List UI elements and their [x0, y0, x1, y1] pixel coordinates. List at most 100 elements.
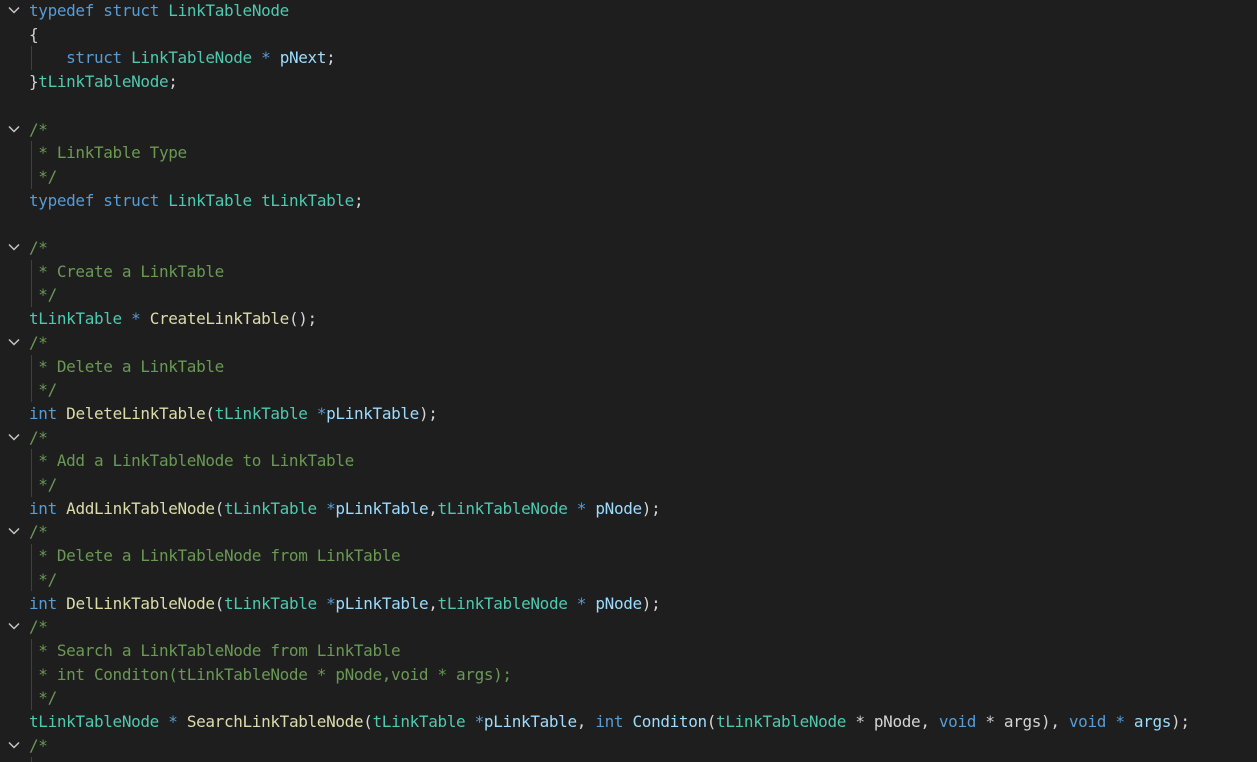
code-line[interactable]: * LinkTable Type — [0, 141, 1257, 165]
code-token: pNode — [595, 498, 642, 518]
code-line[interactable]: /* — [0, 236, 1257, 260]
code-token: ; — [168, 72, 178, 92]
code-text: /* — [29, 426, 48, 450]
code-token: LinkTableNode — [131, 48, 252, 68]
code-line[interactable]: /* — [0, 426, 1257, 450]
code-text: }tLinkTableNode; — [29, 70, 178, 94]
fold-chevron-icon[interactable] — [7, 0, 23, 23]
code-token: pLinkTable — [326, 403, 419, 423]
fold-chevron-icon[interactable] — [7, 236, 23, 260]
code-token: * Delete a LinkTableNode from LinkTable — [29, 546, 401, 566]
code-text: { — [29, 23, 39, 47]
code-token: */ — [29, 285, 57, 305]
code-line[interactable] — [0, 94, 1257, 118]
code-line[interactable]: */ — [0, 567, 1257, 592]
code-line[interactable]: int AddLinkTableNode(tLinkTable *pLinkTa… — [0, 497, 1257, 521]
code-line[interactable]: /* — [0, 734, 1257, 758]
code-text: */ — [29, 473, 57, 497]
code-text: /* — [29, 236, 48, 260]
code-line[interactable]: int DelLinkTableNode(tLinkTable *pLinkTa… — [0, 592, 1257, 616]
code-token: DelLinkTableNode — [66, 593, 215, 613]
code-line[interactable]: }tLinkTableNode; — [0, 70, 1257, 94]
code-token: AddLinkTableNode — [66, 498, 215, 518]
code-token: ); — [1171, 712, 1190, 731]
code-token: */ — [29, 166, 57, 186]
code-token: (); — [288, 309, 317, 329]
code-line[interactable]: */ — [0, 164, 1257, 189]
code-text: */ — [29, 686, 57, 710]
code-token: * — [316, 498, 336, 518]
code-token: tLinkTableNode — [29, 712, 159, 731]
code-line[interactable]: */ — [0, 473, 1257, 497]
code-line[interactable]: * Create a LinkTable — [0, 259, 1257, 284]
code-token: struct — [103, 1, 159, 20]
code-token: tLinkTable — [223, 593, 317, 613]
code-text: /* — [29, 734, 48, 758]
code-text: */ — [29, 568, 57, 592]
code-text: /* — [29, 520, 48, 544]
code-token: * — [307, 403, 327, 423]
code-line[interactable]: */ — [0, 378, 1257, 402]
code-line[interactable]: /* — [0, 615, 1257, 639]
code-token: typedef — [29, 190, 94, 210]
code-line[interactable]: /* — [0, 118, 1257, 142]
code-token: * Create a LinkTable — [29, 261, 224, 281]
code-line[interactable] — [0, 212, 1257, 236]
code-token: */ — [29, 688, 57, 708]
code-line[interactable] — [0, 757, 1257, 762]
code-token: tLinkTableNode — [716, 712, 847, 731]
code-text: */ — [29, 378, 57, 402]
fold-chevron-icon[interactable] — [7, 118, 23, 142]
code-token: , — [428, 498, 438, 518]
code-line[interactable]: * Delete a LinkTableNode from LinkTable — [0, 544, 1257, 568]
code-token: struct — [103, 190, 159, 210]
code-token: int — [29, 593, 57, 613]
code-line[interactable]: * int Conditon(tLinkTableNode * pNode,vo… — [0, 662, 1257, 687]
code-token: ( — [214, 498, 225, 518]
code-token: args — [1003, 712, 1042, 731]
code-line[interactable]: int DeleteLinkTable(tLinkTable *pLinkTab… — [0, 402, 1257, 426]
code-token: typedef — [29, 1, 94, 20]
fold-chevron-icon[interactable] — [7, 734, 23, 758]
fold-chevron-icon[interactable] — [7, 520, 23, 544]
code-line[interactable]: * Delete a LinkTable — [0, 354, 1257, 379]
code-token: int — [595, 712, 624, 731]
code-text: * Search a LinkTableNode from LinkTable — [29, 639, 400, 663]
code-text: typedef struct LinkTableNode — [29, 0, 289, 23]
code-line[interactable]: typedef struct LinkTable tLinkTable; — [0, 189, 1257, 213]
fold-chevron-icon[interactable] — [7, 615, 23, 639]
code-line[interactable]: * Search a LinkTableNode from LinkTable — [0, 638, 1257, 663]
code-token: CreateLinkTable — [149, 309, 290, 329]
code-token: ( — [363, 712, 373, 731]
code-token: tLinkTableNode — [437, 593, 568, 613]
code-token: ); — [641, 593, 661, 613]
code-line[interactable]: { — [0, 23, 1257, 47]
code-line[interactable]: tLinkTableNode * SearchLinkTableNode(tLi… — [0, 710, 1257, 734]
code-line[interactable]: */ — [0, 686, 1257, 710]
code-token: pNext — [279, 48, 327, 68]
code-line[interactable]: struct LinkTableNode * pNext; — [0, 46, 1257, 71]
code-line[interactable]: /* — [0, 331, 1257, 355]
code-line[interactable]: typedef struct LinkTableNode — [0, 0, 1257, 23]
fold-chevron-icon[interactable] — [7, 331, 23, 355]
code-token: * — [567, 593, 596, 613]
code-line[interactable]: tLinkTable * CreateLinkTable(); — [0, 307, 1257, 331]
code-line[interactable]: */ — [0, 283, 1257, 308]
code-editor[interactable]: typedef struct LinkTableNode{ struct Lin… — [0, 0, 1257, 762]
code-token: , — [920, 712, 939, 731]
code-token: * Delete a LinkTable — [29, 356, 224, 376]
code-token: , — [576, 712, 596, 731]
fold-chevron-icon[interactable] — [7, 426, 23, 450]
code-token: /* — [29, 522, 48, 542]
code-token: /* — [29, 735, 48, 755]
code-token: */ — [29, 475, 57, 494]
code-text: /* — [29, 331, 48, 355]
code-line[interactable]: * Add a LinkTableNode to LinkTable — [0, 449, 1257, 473]
code-line[interactable]: /* — [0, 520, 1257, 544]
code-token: struct — [66, 48, 122, 68]
code-token: void — [1068, 712, 1107, 731]
